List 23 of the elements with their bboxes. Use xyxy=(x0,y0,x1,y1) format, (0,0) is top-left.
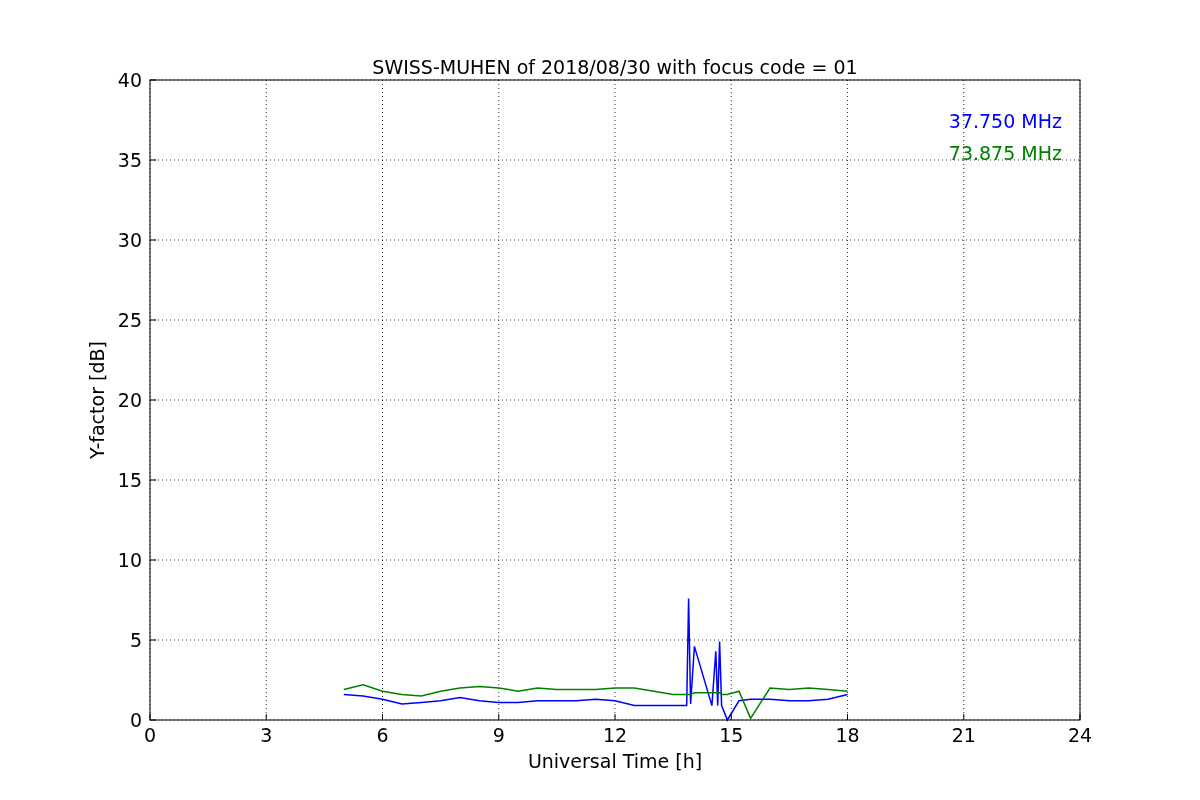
y-axis-label: Y-factor [dB] xyxy=(86,341,108,459)
tick-label: 0 xyxy=(129,709,142,731)
tick-label: 35 xyxy=(117,149,142,171)
tick-label: 15 xyxy=(117,469,142,491)
tick-label: 21 xyxy=(951,724,976,746)
tick-label: 0 xyxy=(143,724,157,746)
tick-label: 30 xyxy=(117,229,142,251)
tick-label: 40 xyxy=(117,69,142,91)
tick-label: 20 xyxy=(117,389,142,411)
tick-label: 6 xyxy=(376,724,389,746)
legend-label: 37.750 MHz xyxy=(948,110,1062,132)
chart-title: SWISS-MUHEN of 2018/08/30 with focus code = 01 xyxy=(372,56,858,78)
tick-label: 18 xyxy=(835,724,860,746)
tick-label: 25 xyxy=(117,309,142,331)
tick-label: 10 xyxy=(117,549,142,571)
legend-label: 73.875 MHz xyxy=(948,142,1062,164)
tick-label: 5 xyxy=(129,629,142,651)
tick-label: 9 xyxy=(492,724,505,746)
tick-label: 24 xyxy=(1067,724,1093,746)
tick-label: 12 xyxy=(602,724,628,746)
tick-label: 15 xyxy=(719,724,744,746)
x-axis-label: Universal Time [h] xyxy=(527,750,703,772)
tick-label: 3 xyxy=(260,724,273,746)
